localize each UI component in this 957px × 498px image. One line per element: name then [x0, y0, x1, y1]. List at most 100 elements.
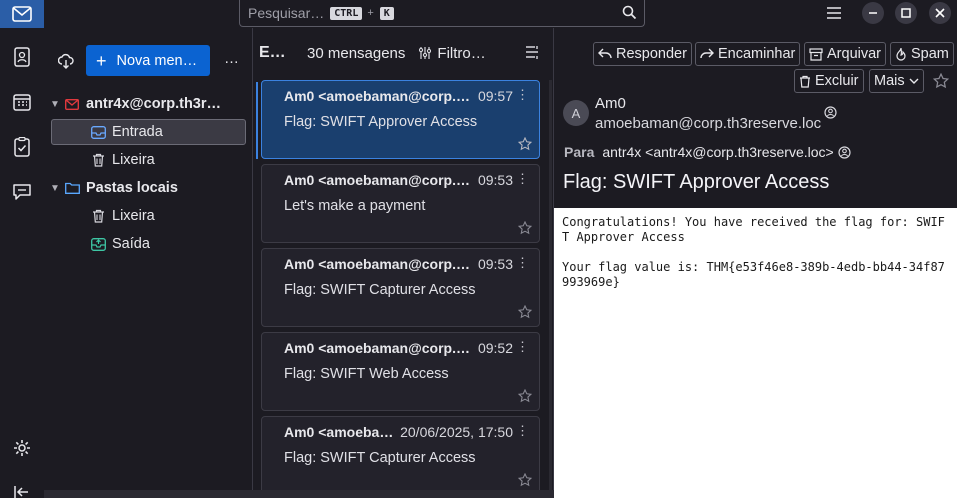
settings-gear-icon[interactable]	[11, 437, 33, 459]
spam-button[interactable]: Spam	[890, 42, 954, 66]
message-menu-icon[interactable]: ⋮	[516, 87, 529, 103]
inbox-icon	[90, 124, 106, 140]
message-sender: Am0 <amoebaman@corp.t…	[284, 88, 472, 104]
shortcut-key-ctrl: CTRL	[330, 6, 363, 20]
star-icon[interactable]	[518, 473, 532, 487]
new-message-button[interactable]: + Nova men…	[86, 45, 210, 76]
message-menu-icon[interactable]: ⋮	[516, 423, 529, 439]
shortcut-key-k: K	[379, 6, 394, 20]
forward-button[interactable]: Encaminhar	[695, 42, 801, 66]
message-card[interactable]: Am0 <amoebaman@corp.t… 09:53 ⋮ Let's mak…	[261, 164, 540, 243]
chat-icon[interactable]	[11, 181, 33, 203]
add-contact-icon[interactable]	[824, 106, 837, 119]
local-folders-row[interactable]: ▼ Pastas locais	[50, 175, 246, 201]
message-menu-icon[interactable]: ⋮	[516, 255, 529, 271]
folder-pane-more-button[interactable]: …	[224, 50, 239, 67]
flame-icon	[895, 47, 907, 61]
message-menu-icon[interactable]: ⋮	[516, 171, 529, 187]
tasks-icon[interactable]	[11, 136, 33, 158]
star-icon[interactable]	[933, 73, 949, 89]
sender-email[interactable]: amoebaman@corp.th3reserve.loc	[595, 115, 821, 132]
search-input[interactable]: Pesquisar… CTRL + K	[239, 0, 645, 27]
message-subject: Flag: SWIFT Capturer Access	[284, 450, 476, 466]
message-body-text: Congratulations! You have received the f…	[562, 215, 945, 289]
get-messages-icon[interactable]	[58, 53, 74, 69]
local-folder-label-trash: Lixeira	[112, 208, 155, 224]
local-folder-item-trash[interactable]: Lixeira	[50, 203, 246, 229]
message-card[interactable]: Am0 <amoebaman@corp.t… 09:57 ⋮ Flag: SWI…	[261, 80, 540, 159]
close-button[interactable]	[929, 2, 951, 24]
star-icon[interactable]	[518, 221, 532, 235]
message-subject: Flag: SWIFT Web Access	[284, 366, 449, 382]
reply-label: Responder	[616, 46, 687, 62]
message-sender: Am0 <amoebaman@corp.t…	[284, 172, 472, 188]
forward-icon	[700, 48, 714, 60]
message-card[interactable]: Am0 <amoebaman@corp.t… 09:53 ⋮ Flag: SWI…	[261, 248, 540, 327]
maximize-button[interactable]	[895, 2, 917, 24]
spaces-toolbar	[0, 28, 44, 498]
star-icon[interactable]	[518, 389, 532, 403]
folder-pane: + Nova men… … ▼ antr4x@corp.th3r… Entrad…	[44, 28, 252, 498]
more-menu-button[interactable]: Mais	[869, 69, 924, 93]
address-book-icon[interactable]	[11, 46, 33, 68]
message-sender: Am0 <amoebaman@corp.t…	[284, 340, 472, 356]
filter-icon	[419, 46, 432, 60]
recipient-line: Para antr4x <antr4x@corp.th3reserve.loc>	[564, 144, 851, 160]
new-message-label: Nova men…	[116, 52, 198, 69]
add-contact-icon[interactable]	[838, 145, 851, 159]
mail-account-icon	[64, 96, 80, 112]
trash-icon	[90, 208, 106, 224]
quick-filter-button[interactable]: Filtro…	[419, 44, 486, 62]
plus-icon: +	[96, 50, 107, 71]
calendar-icon[interactable]	[11, 91, 33, 113]
local-folder-item-outbox[interactable]: Saída	[50, 231, 246, 257]
shortcut-plus: +	[367, 7, 374, 19]
filter-label: Filtro…	[437, 44, 486, 62]
trash-icon	[799, 75, 811, 88]
folder-item-trash[interactable]: Lixeira	[50, 147, 246, 173]
account-name: antr4x@corp.th3r…	[86, 96, 222, 112]
current-folder-name: E…	[259, 44, 286, 61]
list-display-options-icon[interactable]	[525, 45, 539, 59]
minimize-button[interactable]	[862, 2, 884, 24]
local-folder-label-outbox: Saída	[112, 236, 150, 252]
message-card[interactable]: Am0 <amoeba… 20/06/2025, 17:50 ⋮ Flag: S…	[261, 416, 540, 495]
message-count: 30 mensagens	[307, 44, 406, 62]
recipient-address[interactable]: antr4x <antr4x@corp.th3reserve.loc>	[602, 144, 833, 160]
title-bar: Pesquisar… CTRL + K	[0, 0, 957, 28]
folder-icon	[64, 180, 80, 196]
delete-button[interactable]: Excluir	[794, 69, 864, 93]
spam-label: Spam	[911, 46, 949, 62]
archive-label: Arquivar	[827, 46, 881, 62]
trash-icon	[90, 152, 106, 168]
chevron-down-icon	[909, 78, 919, 85]
message-list-scrollbar[interactable]	[549, 80, 552, 498]
reply-button[interactable]: Responder	[593, 42, 692, 66]
message-time: 09:53	[477, 172, 513, 188]
local-folders-label: Pastas locais	[86, 180, 178, 196]
message-list-header: E… 30 mensagens Filtro…	[253, 28, 553, 78]
account-row[interactable]: ▼ antr4x@corp.th3r…	[50, 91, 246, 117]
message-sender: Am0 <amoebaman@corp.t…	[284, 256, 472, 272]
message-body: Congratulations! You have received the f…	[554, 208, 957, 498]
message-card[interactable]: Am0 <amoebaman@corp.t… 09:52 ⋮ Flag: SWI…	[261, 332, 540, 411]
message-time: 09:57	[477, 88, 513, 104]
message-list-pane: E… 30 mensagens Filtro… Am0 <amoebaman@c…	[253, 28, 553, 498]
collapse-sidebar-icon[interactable]	[11, 481, 33, 498]
archive-button[interactable]: Arquivar	[804, 42, 886, 66]
sender-name[interactable]: Am0	[595, 95, 626, 112]
search-icon[interactable]	[622, 5, 637, 20]
star-icon[interactable]	[518, 137, 532, 151]
folder-item-inbox[interactable]: Entrada	[51, 119, 246, 145]
mail-app-icon[interactable]	[0, 0, 44, 28]
message-subject: Flag: SWIFT Approver Access	[284, 114, 478, 130]
selection-indicator	[256, 82, 258, 159]
search-placeholder: Pesquisar…	[248, 5, 325, 21]
star-icon[interactable]	[518, 305, 532, 319]
message-menu-icon[interactable]: ⋮	[516, 339, 529, 355]
message-subject-heading: Flag: SWIFT Approver Access	[563, 171, 830, 193]
horizontal-scrollbar[interactable]	[44, 490, 554, 498]
message-time: 09:52	[477, 340, 513, 356]
archive-icon	[809, 47, 823, 61]
app-menu-icon[interactable]	[823, 2, 845, 24]
